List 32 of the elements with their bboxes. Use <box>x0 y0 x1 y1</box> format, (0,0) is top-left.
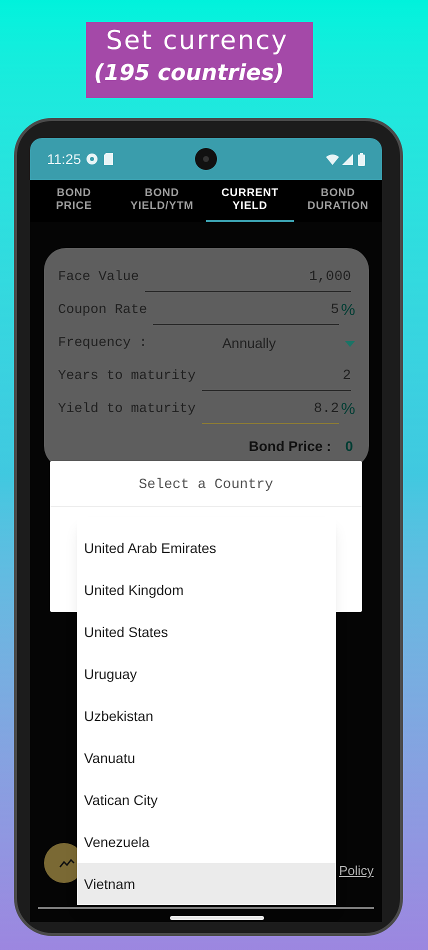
country-option[interactable]: Venezuela <box>77 821 336 863</box>
country-option[interactable]: Uruguay <box>77 653 336 695</box>
country-option[interactable]: Vanuatu <box>77 737 336 779</box>
wifi-icon <box>326 154 339 164</box>
sim-card-icon <box>104 153 113 165</box>
banner-subtitle: (195 countries) <box>94 60 286 88</box>
field-label: Yield to maturity <box>58 400 196 419</box>
tab[interactable]: BOND YIELD/YTM <box>118 180 206 222</box>
country-option[interactable]: United Arab Emirates <box>77 527 336 569</box>
tab[interactable]: BOND DURATION <box>294 180 382 222</box>
result-label: Bond Price : <box>248 437 332 456</box>
unit-label: % <box>341 301 355 321</box>
policy-link[interactable]: Policy <box>339 861 374 880</box>
field-label: Face Value <box>58 268 140 287</box>
unit-label: % <box>341 400 355 420</box>
country-option[interactable]: Vietnam <box>77 863 336 905</box>
country-option[interactable]: United Kingdom <box>77 569 336 611</box>
dialog-title: Select a Country <box>50 461 362 507</box>
country-option[interactable]: United States <box>77 611 336 653</box>
field-label: Frequency : <box>58 334 148 353</box>
banner-title: Set currency <box>106 25 290 58</box>
battery-icon <box>358 152 365 166</box>
result-value: 0 <box>345 437 353 456</box>
field-label: Years to maturity <box>58 368 196 386</box>
field-label: Coupon Rate <box>58 302 148 320</box>
camera-icon <box>195 148 217 170</box>
country-option[interactable]: Uzbekistan <box>77 695 336 737</box>
tab[interactable]: BOND PRICE <box>30 180 118 222</box>
country-option[interactable]: Vatican City <box>77 779 336 821</box>
signal-icon <box>342 154 353 164</box>
caret-icon <box>345 340 355 346</box>
status-time: 11:25 <box>47 150 81 168</box>
